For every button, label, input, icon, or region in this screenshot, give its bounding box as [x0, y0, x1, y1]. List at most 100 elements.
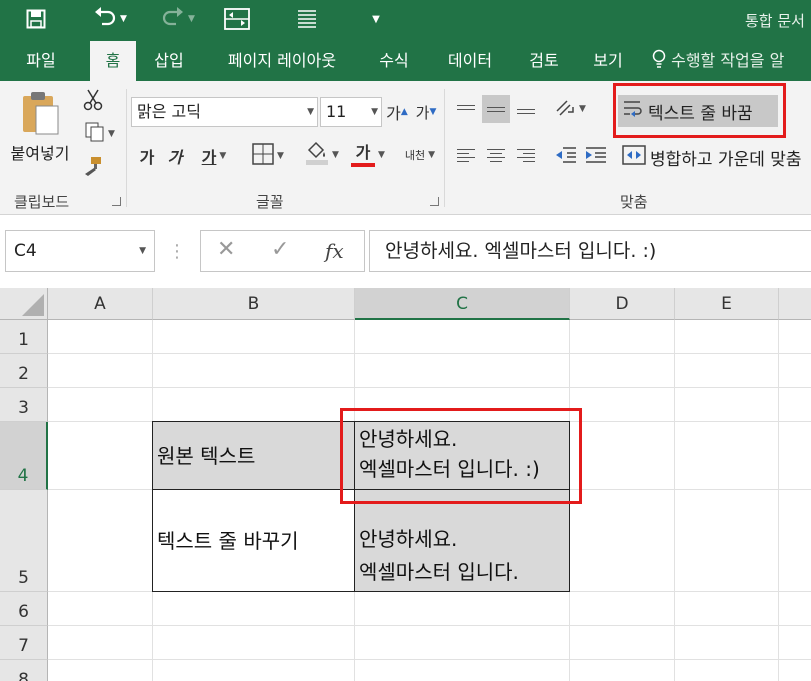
align-right-icon[interactable]: [512, 141, 540, 169]
row-header-4[interactable]: 4: [0, 422, 48, 490]
chevron-down-icon: ▼: [277, 151, 284, 161]
grow-font-button[interactable]: 가 ▲: [384, 97, 410, 127]
enter-icon[interactable]: ✓: [271, 237, 289, 262]
clipboard-group-label: 클립보드: [14, 193, 70, 211]
fill-color-button[interactable]: ▼: [300, 139, 344, 171]
cut-icon[interactable]: [80, 87, 106, 113]
tab-formulas[interactable]: 수식: [366, 41, 422, 81]
row-header-5[interactable]: 5: [0, 490, 48, 592]
select-all-button[interactable]: [0, 288, 48, 320]
bold-button[interactable]: 가: [136, 141, 158, 171]
row-header-2[interactable]: 2: [0, 354, 48, 388]
cell-b4[interactable]: 원본 텍스트: [152, 421, 355, 490]
column-header-f[interactable]: [779, 288, 811, 320]
borders-icon: [252, 143, 274, 169]
cell-b5[interactable]: 텍스트 줄 바꾸기: [152, 489, 355, 592]
row-header-1[interactable]: 1: [0, 320, 48, 354]
copy-icon: [85, 122, 105, 146]
orientation-icon: [554, 96, 576, 122]
phonetic-label: 내천: [404, 149, 426, 162]
tab-data[interactable]: 데이터: [432, 41, 508, 81]
tab-insert[interactable]: 삽입: [142, 41, 196, 81]
cancel-icon[interactable]: ✕: [217, 237, 235, 262]
gridline: [48, 625, 811, 626]
cell-c5[interactable]: 안녕하세요. 엑셀마스터 입니다. :): [354, 489, 570, 592]
gridline: [48, 659, 811, 660]
middle-align-icon[interactable]: [482, 95, 510, 123]
chevron-down-icon: ▼: [307, 107, 314, 117]
worksheet-grid: A B C D E 1 2 3 4 5 6 7 8 원본 텍스트 안녕하세요. …: [0, 288, 811, 681]
copy-button[interactable]: ▼: [80, 121, 120, 147]
column-header-e[interactable]: E: [675, 288, 779, 320]
underline-button[interactable]: 가 ▼: [192, 141, 236, 171]
gridline: [48, 353, 811, 354]
font-name-combo[interactable]: 맑은 고딕 ▼: [131, 97, 318, 127]
borders-button[interactable]: ▼: [246, 141, 290, 171]
column-header-b[interactable]: B: [153, 288, 355, 320]
font-launcher-icon[interactable]: [430, 197, 439, 206]
merge-center-icon: [622, 145, 646, 169]
increase-indent-icon[interactable]: [582, 141, 610, 169]
ribbon-home: 붙여넣기 ▼ 클립보드 맑은 고딕 ▼ 11 ▼ 가 ▲ 가 ▼ 가 가 가 ▼…: [0, 81, 811, 215]
insert-function-icon[interactable]: fx: [325, 239, 344, 263]
tab-view[interactable]: 보기: [580, 41, 636, 81]
shrink-font-label: 가: [415, 103, 430, 122]
format-painter-icon[interactable]: [80, 153, 106, 179]
cell-c4-highlight: [340, 408, 582, 504]
font-color-label: 가: [355, 143, 371, 162]
grow-font-label: 가: [386, 104, 401, 123]
customize-toolbar-icon[interactable]: ▼: [366, 6, 386, 32]
row-header-3[interactable]: 3: [0, 388, 48, 422]
column-header-c[interactable]: C: [355, 288, 570, 320]
chevron-down-icon: ▼: [332, 150, 339, 160]
font-color-icon: 가: [351, 143, 376, 167]
clipboard-launcher-icon[interactable]: [112, 197, 121, 206]
align-center-icon[interactable]: [482, 141, 510, 169]
undo-button[interactable]: ▼: [84, 6, 136, 32]
font-color-button[interactable]: 가 ▼: [346, 139, 390, 171]
group-divider: [126, 89, 127, 207]
redo-button[interactable]: ▼: [152, 6, 204, 32]
font-color-swatch: [351, 163, 376, 167]
redo-icon: [161, 6, 185, 33]
italic-button[interactable]: 가: [164, 141, 186, 171]
group-divider: [444, 89, 445, 207]
alignment-group-label: 맞춤: [620, 193, 648, 211]
decrease-indent-icon[interactable]: [552, 141, 580, 169]
chevron-down-icon: ▼: [108, 129, 115, 139]
paste-button[interactable]: 붙여넣기: [8, 87, 72, 167]
shrink-font-button[interactable]: 가 ▼: [413, 97, 439, 127]
row-header-6[interactable]: 6: [0, 592, 48, 626]
orientation-button[interactable]: ▼: [550, 95, 590, 123]
column-header-d[interactable]: D: [570, 288, 675, 320]
row-header-7[interactable]: 7: [0, 626, 48, 660]
tab-page-layout[interactable]: 페이지 레이아웃: [206, 41, 358, 81]
excel-window: ▼ ▼ ▼ 통합 문서 파일 홈 삽입 페이지 레이아웃 수식 데이터 검토 보…: [0, 0, 811, 681]
formula-input[interactable]: 안녕하세요. 엑셀마스터 입니다. :): [369, 230, 811, 272]
column-header-a[interactable]: A: [48, 288, 153, 320]
paint-bucket-icon: [305, 140, 329, 170]
tell-me-box[interactable]: 수행할 작업을 알: [652, 41, 784, 81]
tab-home[interactable]: 홈: [90, 41, 136, 81]
save-icon[interactable]: [20, 6, 52, 32]
top-align-icon[interactable]: [452, 95, 480, 123]
cell-b5-text: 텍스트 줄 바꾸기: [157, 528, 299, 553]
title-bar: ▼ ▼ ▼ 통합 문서: [0, 0, 811, 41]
phonetic-button[interactable]: 내천 ▼: [398, 139, 442, 171]
row-header-8[interactable]: 8: [0, 660, 48, 681]
chevron-down-icon: ▼: [188, 14, 195, 24]
font-size-combo[interactable]: 11 ▼: [320, 97, 382, 127]
tab-file[interactable]: 파일: [10, 41, 72, 81]
bottom-align-icon[interactable]: [512, 95, 540, 123]
align-left-icon[interactable]: [452, 141, 480, 169]
lightbulb-icon: [652, 49, 671, 70]
form-icon[interactable]: [222, 6, 252, 32]
document-title: 통합 문서: [745, 12, 805, 30]
merge-center-button[interactable]: 병합하고 가운데 맞춤: [622, 141, 811, 173]
wrap-text-highlight: [613, 83, 786, 138]
name-box[interactable]: C4 ▼: [5, 230, 155, 272]
caret-up-icon: ▲: [400, 107, 408, 117]
justify-icon[interactable]: [292, 6, 322, 32]
resize-handle-icon[interactable]: ⋮: [168, 238, 186, 264]
tab-review[interactable]: 검토: [516, 41, 572, 81]
